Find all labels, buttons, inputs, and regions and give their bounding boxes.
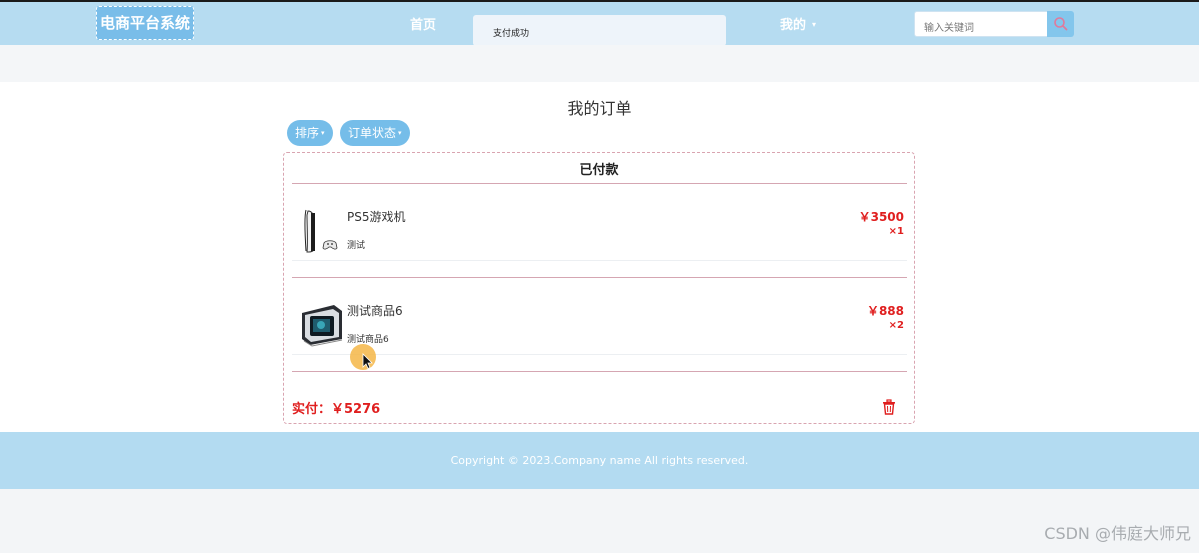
cube-pc-image [302, 305, 343, 347]
watermark-text: CSDN @伟庭大师兄 [1044, 524, 1191, 543]
chevron-down-icon: ▾ [398, 129, 402, 137]
item-name: PS5游戏机 [347, 210, 406, 224]
sort-dropdown-button[interactable]: 排序 ▾ [287, 120, 333, 146]
top-nav-bar: 电商平台系统 首页 支付成功 我的 ▾ 输入关键词 [0, 0, 1199, 46]
order-status-label: 订单状态 [348, 126, 397, 140]
nav-dropdown-mine[interactable]: 我的 ▾ [780, 14, 816, 33]
divider [292, 260, 907, 261]
success-toast: 支付成功 [473, 15, 726, 46]
toast-message: 支付成功 [493, 29, 530, 39]
page-bottom [0, 489, 1199, 553]
sort-label: 排序 [295, 126, 320, 140]
item-price: ￥3500 [858, 210, 904, 224]
search-button[interactable] [1047, 11, 1074, 37]
paid-total: 实付：￥5276 [292, 402, 381, 417]
sub-bar [0, 45, 1199, 82]
order-status-heading: 已付款 [579, 163, 619, 178]
item-quantity: ×2 [888, 320, 904, 331]
chevron-down-icon: ▾ [321, 129, 325, 137]
trash-icon[interactable] [882, 399, 896, 415]
item-description: 测试 [347, 241, 366, 251]
divider [292, 277, 907, 278]
site-footer: Copyright © 2023.Company name All rights… [0, 432, 1199, 489]
item-quantity: ×1 [888, 226, 904, 237]
item-price: ￥888 [866, 304, 904, 318]
divider [292, 183, 907, 184]
order-status-dropdown-button[interactable]: 订单状态 ▾ [340, 120, 410, 146]
order-card: 已付款 PS5游戏机 测试 ￥3500 ×1 测试商品6 测试商品6 ￥888 … [283, 152, 915, 424]
main-content: 我的订单 排序▾ 订单状态▾ 已付款 PS5游戏机 测试 ￥3500 ×1 [0, 82, 1199, 432]
footer-copyright: Copyright © 2023.Company name All rights… [450, 454, 749, 467]
search-icon [1054, 17, 1068, 31]
mouse-cursor-icon [350, 344, 376, 370]
page-title: 我的订单 [567, 99, 632, 118]
ps5-console-image [304, 209, 338, 253]
divider [292, 354, 907, 355]
nav-link-home[interactable]: 首页 [404, 14, 442, 33]
chevron-down-icon: ▾ [812, 20, 817, 29]
item-name: 测试商品6 [347, 304, 403, 318]
nav-mine-label: 我的 [780, 18, 807, 33]
site-logo[interactable]: 电商平台系统 [96, 6, 194, 40]
divider [292, 371, 907, 372]
search-input[interactable]: 输入关键词 [914, 11, 1048, 37]
